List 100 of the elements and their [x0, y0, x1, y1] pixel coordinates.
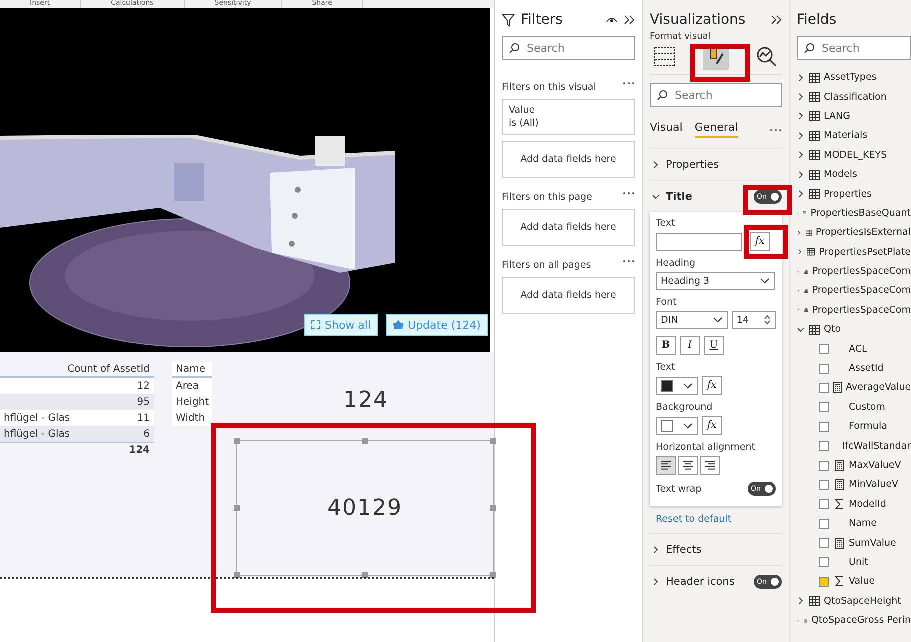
field-table-item[interactable]: AssetTypes — [797, 68, 911, 88]
checkbox[interactable] — [819, 518, 829, 529]
alignment-button[interactable] — [678, 456, 698, 475]
search-field[interactable]: Search — [650, 83, 782, 107]
filter-card[interactable]: Value is (All) — [502, 99, 635, 135]
field-table-item[interactable]: PropertiesSpaceCom — [797, 281, 911, 301]
field-table-item[interactable]: PropertiesBaseQuant — [797, 204, 911, 224]
text-style-button[interactable]: U — [704, 336, 724, 355]
field-item[interactable]: ACL — [797, 339, 911, 359]
checkbox[interactable] — [819, 441, 829, 452]
drop-zone[interactable]: Add data fields here — [502, 209, 635, 246]
field-item[interactable]: IfcWallStandar — [797, 436, 911, 456]
heading-dropdown[interactable]: Heading 3 — [656, 272, 775, 290]
search-field[interactable]: Search — [502, 36, 635, 60]
reset-link[interactable]: Reset to default — [656, 514, 782, 525]
eye-icon[interactable] — [606, 16, 618, 24]
collapse-pane-icon[interactable] — [624, 15, 635, 25]
field-item[interactable]: SumValue — [797, 533, 911, 553]
chevron-right-icon[interactable] — [797, 132, 805, 140]
checkbox[interactable] — [819, 364, 829, 374]
section-header[interactable]: Title — [650, 184, 695, 208]
chevron-right-icon[interactable] — [797, 228, 802, 237]
search-field[interactable]: Search — [797, 36, 911, 60]
field-table-item[interactable]: PropertiesIsExternal — [797, 223, 911, 243]
field-item[interactable]: Name — [797, 514, 911, 534]
chevron-right-icon[interactable] — [797, 74, 805, 82]
checkbox[interactable] — [819, 422, 829, 432]
chevron-right-icon[interactable] — [652, 160, 660, 168]
dropdown-caret-icon[interactable] — [760, 278, 770, 284]
alignment-button[interactable] — [656, 456, 676, 475]
chevron-right-icon[interactable] — [652, 546, 660, 554]
dropdown-caret-icon[interactable] — [683, 422, 693, 428]
drop-zone[interactable]: Add data fields here — [502, 277, 635, 314]
text-style-button[interactable]: B — [656, 336, 676, 355]
field-table-item[interactable]: Qto — [797, 320, 911, 340]
more-options-icon[interactable] — [623, 192, 635, 195]
text-style-button[interactable]: I — [680, 336, 700, 355]
dropdown-caret-icon[interactable] — [713, 317, 723, 323]
checkbox[interactable] — [819, 382, 829, 393]
card-value[interactable]: 124 — [238, 380, 494, 420]
fx-button[interactable]: fx — [750, 232, 770, 251]
section-header[interactable]: Effects — [650, 538, 704, 562]
table-grid-icon[interactable] — [654, 47, 676, 67]
fx-button[interactable]: fx — [702, 416, 722, 435]
field-table-item[interactable]: Models — [797, 164, 911, 184]
analytics-icon[interactable] — [756, 46, 778, 68]
field-table-item[interactable]: Classification — [797, 87, 911, 107]
section-header[interactable]: Properties — [650, 152, 722, 176]
field-table-item[interactable]: PropertiesSpaceCom — [797, 262, 911, 282]
color-picker[interactable] — [656, 376, 698, 394]
field-item[interactable]: Value — [797, 572, 911, 592]
checkbox[interactable] — [819, 557, 829, 568]
alignment-button[interactable] — [700, 456, 720, 475]
checkbox[interactable] — [819, 402, 829, 412]
fx-button[interactable]: fx — [702, 376, 722, 395]
checkbox[interactable] — [819, 460, 829, 470]
drop-zone[interactable]: Add data fields here — [502, 141, 635, 178]
field-table-item[interactable]: QtoSpaceGross Perin — [797, 610, 911, 630]
field-item[interactable]: Unit — [797, 552, 911, 572]
list-item[interactable]: Height — [172, 394, 212, 410]
field-item[interactable]: AverageValue — [797, 378, 911, 398]
collapse-pane-icon[interactable] — [771, 15, 782, 25]
field-table-item[interactable]: Materials — [797, 126, 911, 146]
section-header[interactable]: Header icons — [650, 570, 737, 594]
tab[interactable]: Visual — [650, 119, 683, 138]
checkbox[interactable] — [819, 576, 829, 587]
field-table-item[interactable]: MODEL_KEYS — [797, 146, 911, 165]
card-value[interactable]: 40129 — [236, 440, 494, 576]
field-item[interactable]: Custom — [797, 398, 911, 418]
field-item[interactable]: Formula — [797, 417, 911, 436]
checkbox[interactable] — [819, 499, 829, 510]
field-table-item[interactable]: QtoSapceHeight — [797, 592, 911, 611]
font-dropdown[interactable]: DIN — [656, 311, 728, 329]
more-options-icon[interactable] — [623, 82, 635, 85]
chevron-down-icon[interactable] — [652, 192, 660, 200]
chevron-right-icon[interactable] — [797, 93, 805, 102]
chevron-right-icon[interactable] — [797, 112, 805, 120]
more-options-icon[interactable] — [770, 129, 782, 132]
field-item[interactable]: MinValueV — [797, 475, 911, 495]
dropdown-caret-icon[interactable] — [683, 382, 693, 388]
tab[interactable]: General — [694, 119, 738, 138]
more-options-icon[interactable] — [623, 260, 635, 263]
checkbox[interactable] — [819, 344, 829, 354]
checkbox[interactable] — [819, 480, 829, 490]
field-table-item[interactable]: PropertiesSpaceCom — [797, 300, 911, 320]
list-item[interactable]: Area — [172, 378, 212, 394]
chevron-right-icon[interactable] — [797, 190, 805, 198]
field-item[interactable]: AssetId — [797, 358, 911, 378]
field-table-item[interactable]: Properties — [797, 184, 911, 204]
chevron-right-icon[interactable] — [652, 578, 660, 586]
chevron-right-icon[interactable] — [797, 151, 805, 160]
font-size-stepper[interactable]: 14 — [732, 311, 776, 329]
field-item[interactable]: ModelId — [797, 494, 911, 514]
list-item[interactable]: Width — [172, 410, 212, 426]
field-table-item[interactable]: PropertiesPsetPlate — [797, 242, 911, 262]
stepper-arrows-icon[interactable] — [764, 315, 771, 325]
chevron-right-icon[interactable] — [797, 248, 803, 256]
field-item[interactable]: MaxValueV — [797, 456, 911, 476]
field-table-item[interactable]: LANG — [797, 106, 911, 126]
chevron-right-icon[interactable] — [797, 597, 805, 606]
